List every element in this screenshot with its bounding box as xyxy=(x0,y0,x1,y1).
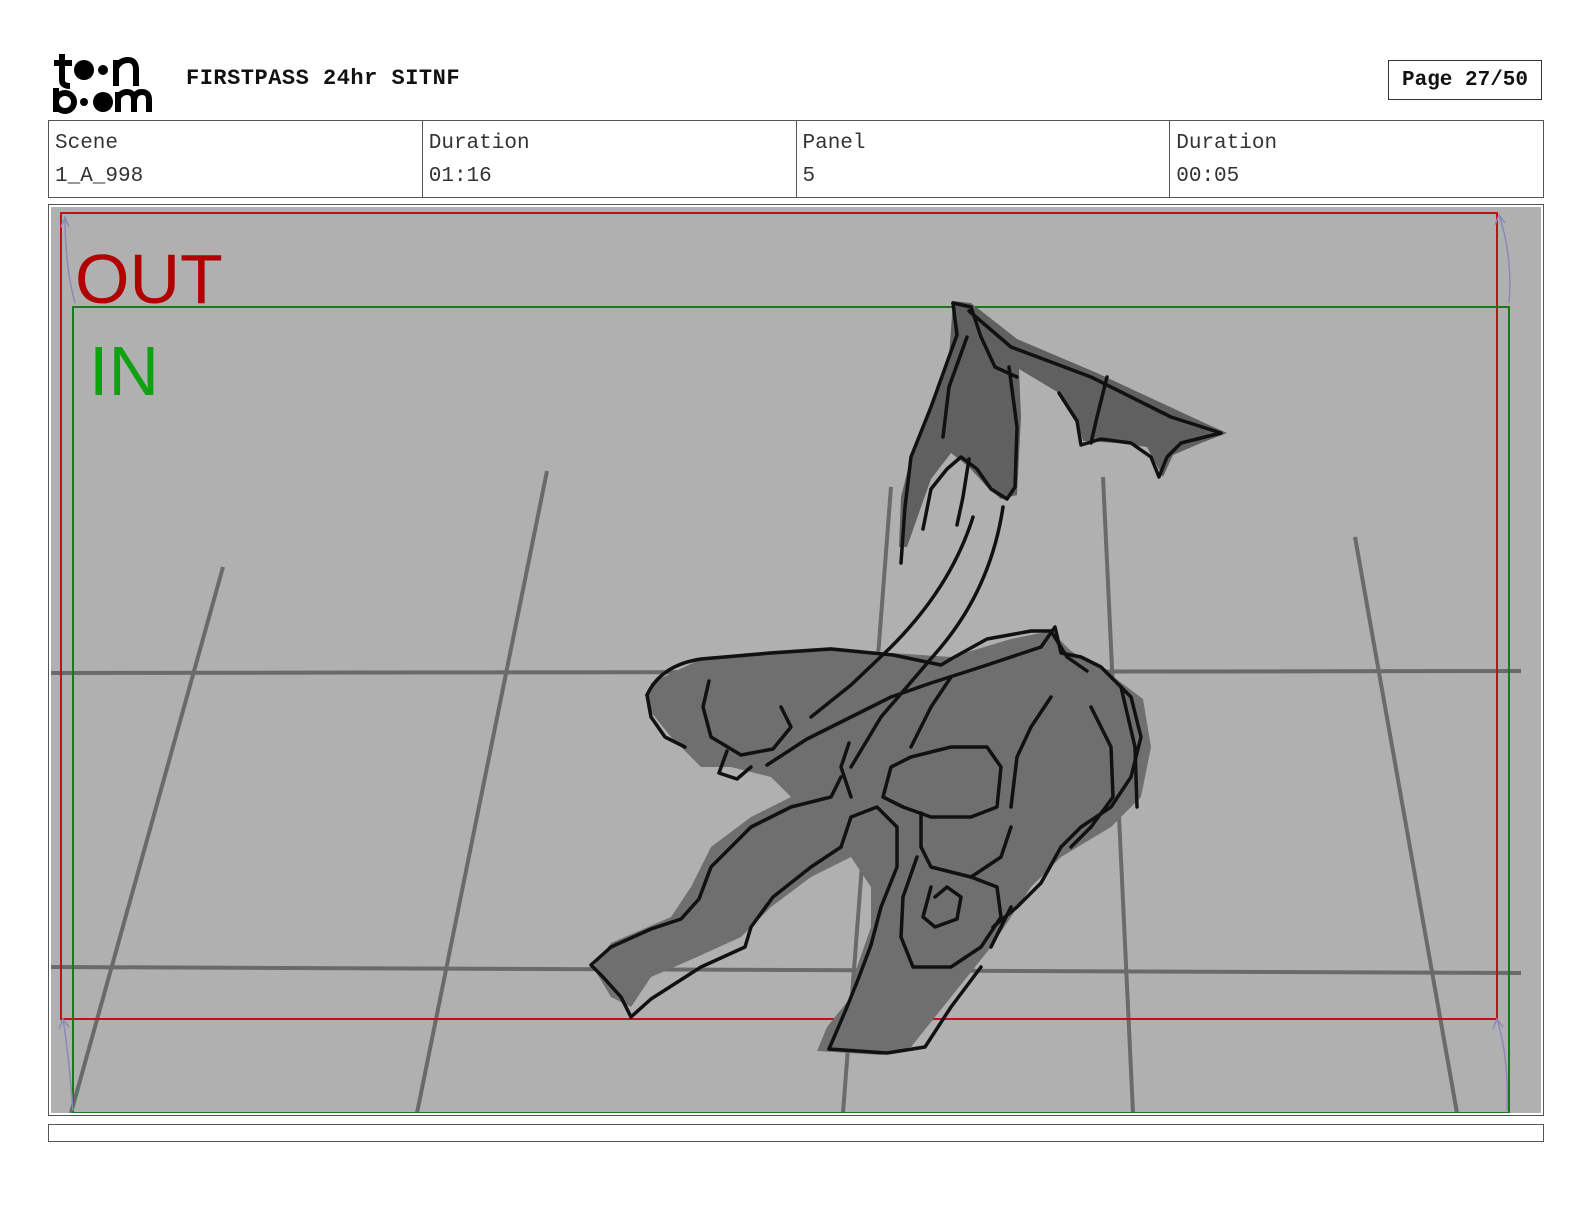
scene-info-table: Scene 1_A_998 Duration 01:16 Panel 5 Dur… xyxy=(48,120,1544,198)
storyboard-panel: OUT IN xyxy=(48,204,1544,1116)
scene-cell: Scene 1_A_998 xyxy=(49,121,423,197)
panel-duration-value: 00:05 xyxy=(1176,165,1240,188)
project-title: FIRSTPASS 24hr SITNF xyxy=(186,66,461,91)
panel-duration-label: Duration xyxy=(1176,132,1278,155)
panel-cell: Panel 5 xyxy=(797,121,1171,197)
toonboom-logo xyxy=(50,50,168,114)
scene-duration-value: 01:16 xyxy=(428,165,492,188)
panel-value: 5 xyxy=(802,165,816,188)
in-label: IN xyxy=(89,332,159,410)
panel-label: Panel xyxy=(802,132,866,155)
scene-value: 1_A_998 xyxy=(55,165,144,188)
panel-drawing: OUT IN xyxy=(51,207,1541,1113)
out-label: OUT xyxy=(75,240,223,318)
scene-duration-cell: Duration 01:16 xyxy=(423,121,797,197)
scene-label: Scene xyxy=(55,132,119,155)
scene-duration-label: Duration xyxy=(428,132,530,155)
panel-duration-cell: Duration 00:05 xyxy=(1170,121,1543,197)
caption-bar xyxy=(48,1124,1544,1142)
page-indicator: Page 27/50 xyxy=(1388,60,1542,100)
